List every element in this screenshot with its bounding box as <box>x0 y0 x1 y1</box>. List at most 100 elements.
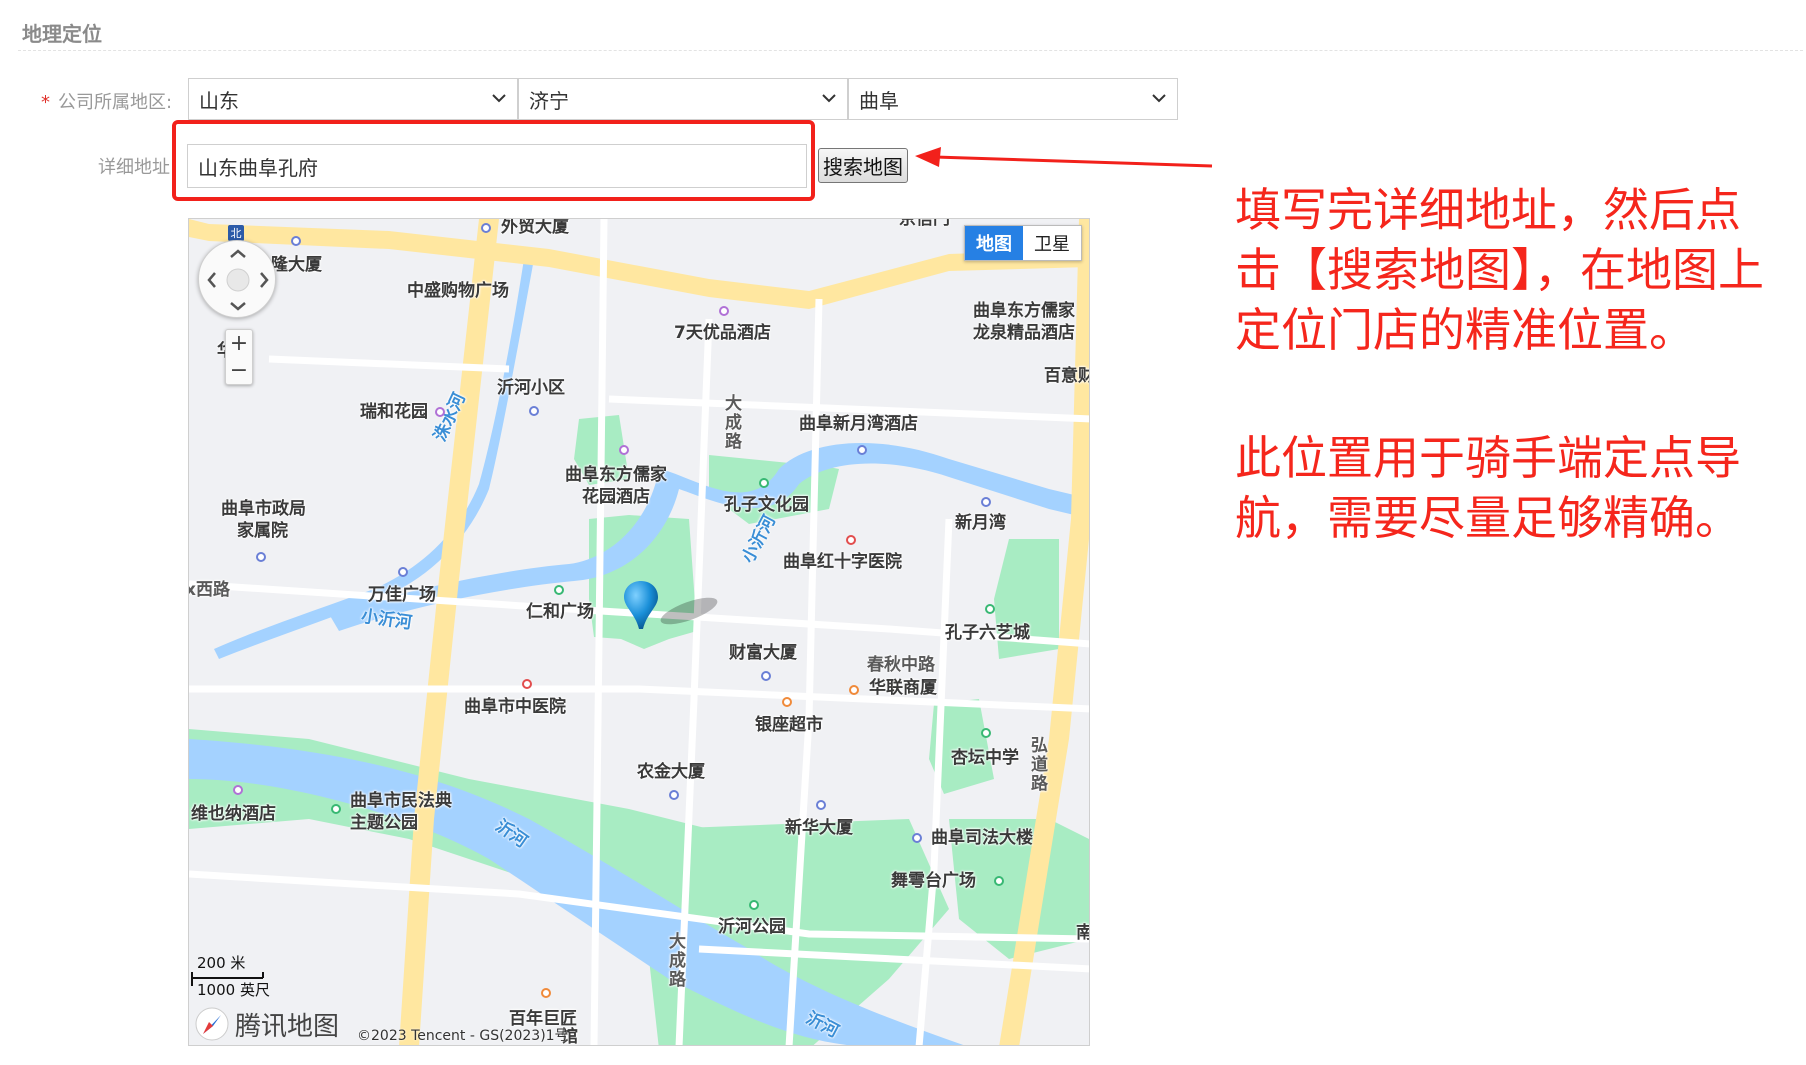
poi-dot-icon <box>541 988 551 998</box>
search-map-button[interactable]: 搜索地图 <box>818 148 908 183</box>
poi-label: 曲阜东方儒家 <box>973 301 1075 321</box>
poi-label: 农金大厦 <box>637 762 705 782</box>
poi-label: 财富大厦 <box>729 643 797 663</box>
poi-dot-icon <box>849 685 859 695</box>
poi-dot-icon <box>669 790 679 800</box>
map-type-map-button[interactable]: 地图 <box>965 226 1023 260</box>
north-indicator-icon: 北 <box>228 225 244 241</box>
poi-label: 孔子六艺城 <box>945 623 1030 643</box>
poi-dot-icon <box>554 585 564 595</box>
map-brand: 腾讯地图 <box>195 1007 340 1042</box>
poi-dot-icon <box>331 804 341 814</box>
poi-dot-icon <box>619 445 629 455</box>
poi-dot-icon <box>761 671 771 681</box>
address-input[interactable] <box>187 144 807 188</box>
section-divider <box>18 50 1803 51</box>
poi-dot-icon <box>782 697 792 707</box>
zoom-in-button[interactable]: + <box>226 330 252 357</box>
copyright-text: ©2023 Tencent - GS(2023)1号 <box>357 1028 569 1044</box>
poi-label: 舞雩台广场 <box>891 871 976 891</box>
province-select[interactable]: 山东 <box>188 78 518 120</box>
region-label-text: 公司所属地区: <box>58 92 173 113</box>
scale-imperial-label: 1000 英尺 <box>197 981 270 999</box>
address-label: 详细地址 <box>98 157 170 178</box>
poi-label: 瑞和花园 <box>360 402 428 422</box>
poi-label: 中盛购物广场 <box>407 281 509 301</box>
poi-label: 仁和广场 <box>526 602 594 622</box>
poi-dot-icon <box>233 785 243 795</box>
poi-label: 隆大厦 <box>271 255 322 275</box>
city-value: 济宁 <box>529 89 569 113</box>
section-title: 地理定位 <box>22 22 102 46</box>
poi-dot-icon <box>816 800 826 810</box>
poi-dot-icon <box>291 236 301 246</box>
poi-dot-icon <box>749 900 759 910</box>
pan-control[interactable] <box>198 240 276 318</box>
poi-dot-icon <box>994 876 1004 886</box>
road-label: 春秋中路 <box>867 655 935 675</box>
poi-label: 南 <box>1076 923 1089 944</box>
poi-dot-icon <box>256 552 266 562</box>
poi-dot-icon <box>398 567 408 577</box>
map-canvas[interactable]: 外贸大厦 京信门 隆大厦 中盛购物广场 7天优品酒店 曲阜东方儒家 龙泉精品酒店… <box>188 218 1090 1046</box>
required-mark: * <box>41 92 50 113</box>
pan-arrows-icon <box>207 249 269 311</box>
annotation-text-1: 填写完详细地址，然后点击【搜索地图】，在地图上定位门店的精准位置。 <box>1235 183 1764 357</box>
poi-dot-icon <box>857 445 867 455</box>
district-value: 曲阜 <box>859 89 899 113</box>
poi-label: 龙泉精品酒店 <box>973 323 1075 343</box>
road-label: x西路 <box>188 580 230 600</box>
poi-label: 曲阜市民法典 <box>350 791 452 811</box>
poi-label: 曲阜市政局 <box>221 499 306 519</box>
annotation-text-2: 此位置用于骑手端定点导航，需要尽量足够精确。 <box>1235 431 1741 545</box>
road-label: 大成路 <box>725 394 742 452</box>
district-select[interactable]: 曲阜 <box>848 78 1178 120</box>
poi-dot-icon <box>846 535 856 545</box>
province-value: 山东 <box>199 89 239 113</box>
poi-label: 家属院 <box>237 521 288 541</box>
map-type-toggle: 地图 卫星 <box>964 225 1082 261</box>
road-label: 大成路 <box>669 932 686 990</box>
chevron-down-icon <box>822 94 836 103</box>
brand-text: 腾讯地图 <box>235 1011 340 1042</box>
map-type-satellite-button[interactable]: 卫星 <box>1023 226 1081 260</box>
poi-label: 曲阜司法大楼 <box>931 828 1033 848</box>
pointer-arrow-icon <box>915 147 1213 168</box>
poi-label: 华联商厦 <box>869 678 937 698</box>
poi-label: 万佳广场 <box>368 585 436 605</box>
chevron-down-icon <box>1152 94 1166 103</box>
road-label: 弘道路 <box>1031 736 1048 794</box>
poi-dot-icon <box>981 497 991 507</box>
poi-dot-icon <box>529 406 539 416</box>
poi-label: 维也纳酒店 <box>191 804 276 824</box>
poi-label: 京信门 <box>899 218 950 229</box>
poi-label: 沂河小区 <box>497 378 565 398</box>
poi-dot-icon <box>522 679 532 689</box>
poi-label: 外贸大厦 <box>501 218 569 237</box>
city-select[interactable]: 济宁 <box>518 78 848 120</box>
poi-label: 曲阜东方儒家 <box>565 465 667 485</box>
poi-label: 新华大厦 <box>785 818 853 838</box>
poi-label: 曲阜红十字医院 <box>783 552 902 572</box>
poi-label: 7天优品酒店 <box>674 323 771 343</box>
zoom-out-button[interactable]: − <box>226 357 252 384</box>
poi-label: 花园酒店 <box>582 487 650 507</box>
poi-label: 银座超市 <box>755 715 823 735</box>
location-pin-icon[interactable] <box>622 579 660 631</box>
poi-label: 杏坛中学 <box>951 748 1019 768</box>
zoom-control: + − <box>225 329 253 385</box>
region-label: * 公司所属地区: <box>41 88 172 114</box>
poi-label: 曲阜新月湾酒店 <box>799 414 918 434</box>
poi-dot-icon <box>719 306 729 316</box>
poi-dot-icon <box>759 478 769 488</box>
poi-dot-icon <box>481 223 491 233</box>
poi-dot-icon <box>985 604 995 614</box>
poi-dot-icon <box>981 728 991 738</box>
poi-label: 百意财 <box>1044 366 1090 386</box>
poi-label: 沂河公园 <box>718 917 786 937</box>
poi-dot-icon <box>912 833 922 843</box>
chevron-down-icon <box>492 94 506 103</box>
poi-label: 主题公园 <box>350 813 418 833</box>
compass-logo-icon <box>195 1007 229 1041</box>
poi-label: 孔子文化园 <box>724 495 809 515</box>
